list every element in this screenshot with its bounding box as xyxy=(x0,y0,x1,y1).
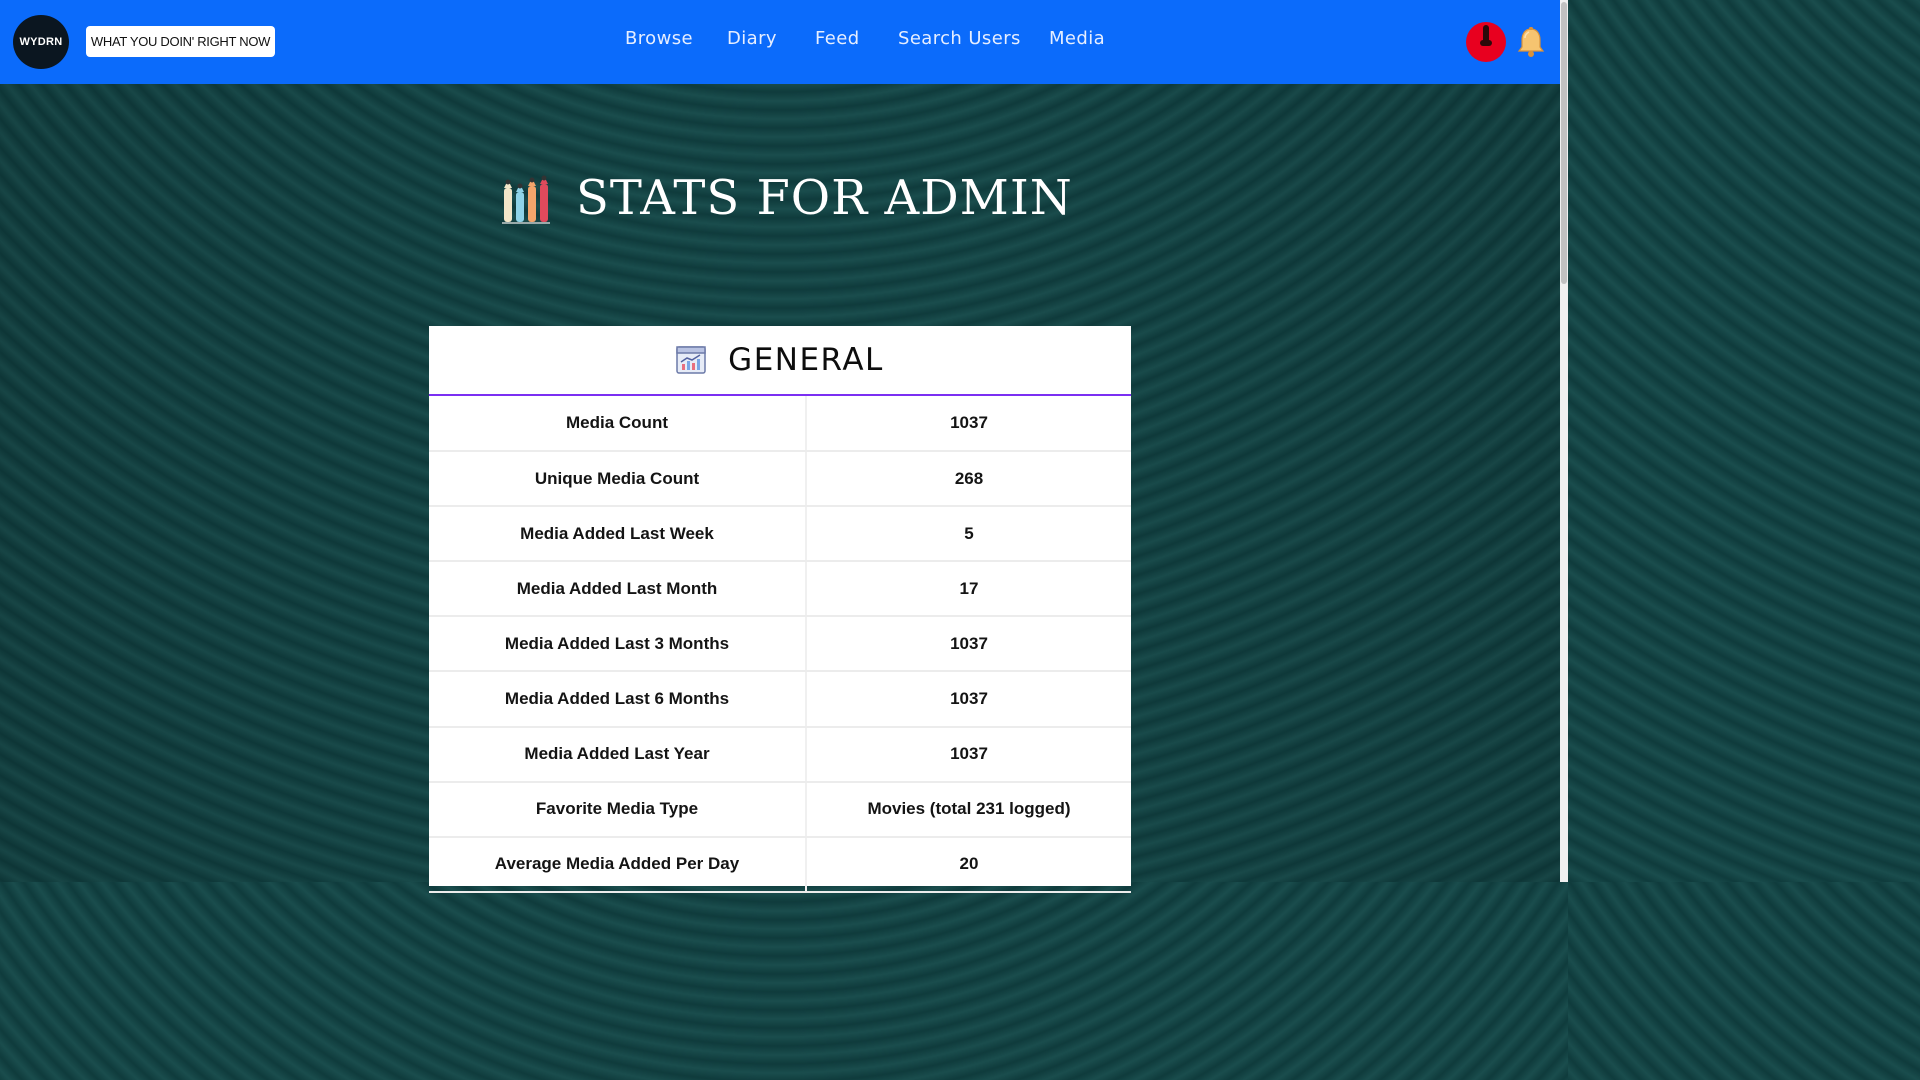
table-row: Media Added Last Week 5 xyxy=(429,506,1131,563)
stat-value: 20 xyxy=(806,836,1131,893)
line-chart-window-icon xyxy=(676,346,706,374)
nav-link-search-users[interactable]: Search Users xyxy=(898,28,1021,56)
table-row: Media Count 1037 xyxy=(429,396,1131,453)
site-tagline[interactable]: WHAT YOU DOIN' RIGHT NOW xyxy=(86,26,275,57)
stat-value: 268 xyxy=(806,451,1131,508)
stat-label: Average Media Added Per Day xyxy=(429,836,807,893)
nav-link-diary[interactable]: Diary xyxy=(727,28,777,56)
stat-label: Favorite Media Type xyxy=(429,781,807,838)
stat-label: Media Added Last Year xyxy=(429,726,807,783)
page-scrollbar-thumb[interactable] xyxy=(1561,2,1567,284)
page-title: STATS FOR ADMIN xyxy=(500,165,1073,231)
user-avatar[interactable] xyxy=(1466,22,1506,62)
table-row: Media Added Last 6 Months 1037 xyxy=(429,671,1131,728)
stat-label: Media Count xyxy=(429,396,807,453)
general-stats-card: GENERAL Media Count 1037 Unique Media Co… xyxy=(429,326,1131,893)
general-card-header: GENERAL xyxy=(429,326,1131,396)
table-row: Average Media Added Per Day 20 xyxy=(429,836,1131,893)
stat-label: Media Added Last Week xyxy=(429,506,807,563)
table-row: Favorite Media Type Movies (total 231 lo… xyxy=(429,781,1131,838)
stat-value: 1037 xyxy=(806,396,1131,453)
stat-value: Movies (total 231 logged) xyxy=(806,781,1131,838)
site-logo[interactable]: WYDRN xyxy=(13,15,69,69)
stat-value: 17 xyxy=(806,561,1131,618)
stat-label: Media Added Last 6 Months xyxy=(429,671,807,728)
table-row: Unique Media Count 268 xyxy=(429,451,1131,508)
stat-value: 1037 xyxy=(806,726,1131,783)
stat-label: Media Added Last 3 Months xyxy=(429,616,807,673)
notification-bell-icon[interactable] xyxy=(1516,26,1546,58)
table-row: Media Added Last 3 Months 1037 xyxy=(429,616,1131,673)
stat-value: 1037 xyxy=(806,671,1131,728)
general-stats-table: Media Count 1037 Unique Media Count 268 … xyxy=(429,396,1131,893)
stat-label: Unique Media Count xyxy=(429,451,807,508)
general-card-title: GENERAL xyxy=(728,342,884,378)
stat-value: 1037 xyxy=(806,616,1131,673)
table-row: Media Added Last Year 1037 xyxy=(429,726,1131,783)
nav-link-feed[interactable]: Feed xyxy=(815,28,860,56)
page-title-text: STATS FOR ADMIN xyxy=(576,170,1073,226)
nav-link-media[interactable]: Media xyxy=(1049,28,1105,56)
stat-label: Media Added Last Month xyxy=(429,561,807,618)
stat-value: 5 xyxy=(806,506,1131,563)
bar-chart-pencils-icon xyxy=(500,170,556,226)
top-navbar: WYDRN WHAT YOU DOIN' RIGHT NOW Browse Di… xyxy=(0,0,1560,84)
nav-link-browse[interactable]: Browse xyxy=(625,28,693,56)
table-row: Media Added Last Month 17 xyxy=(429,561,1131,618)
